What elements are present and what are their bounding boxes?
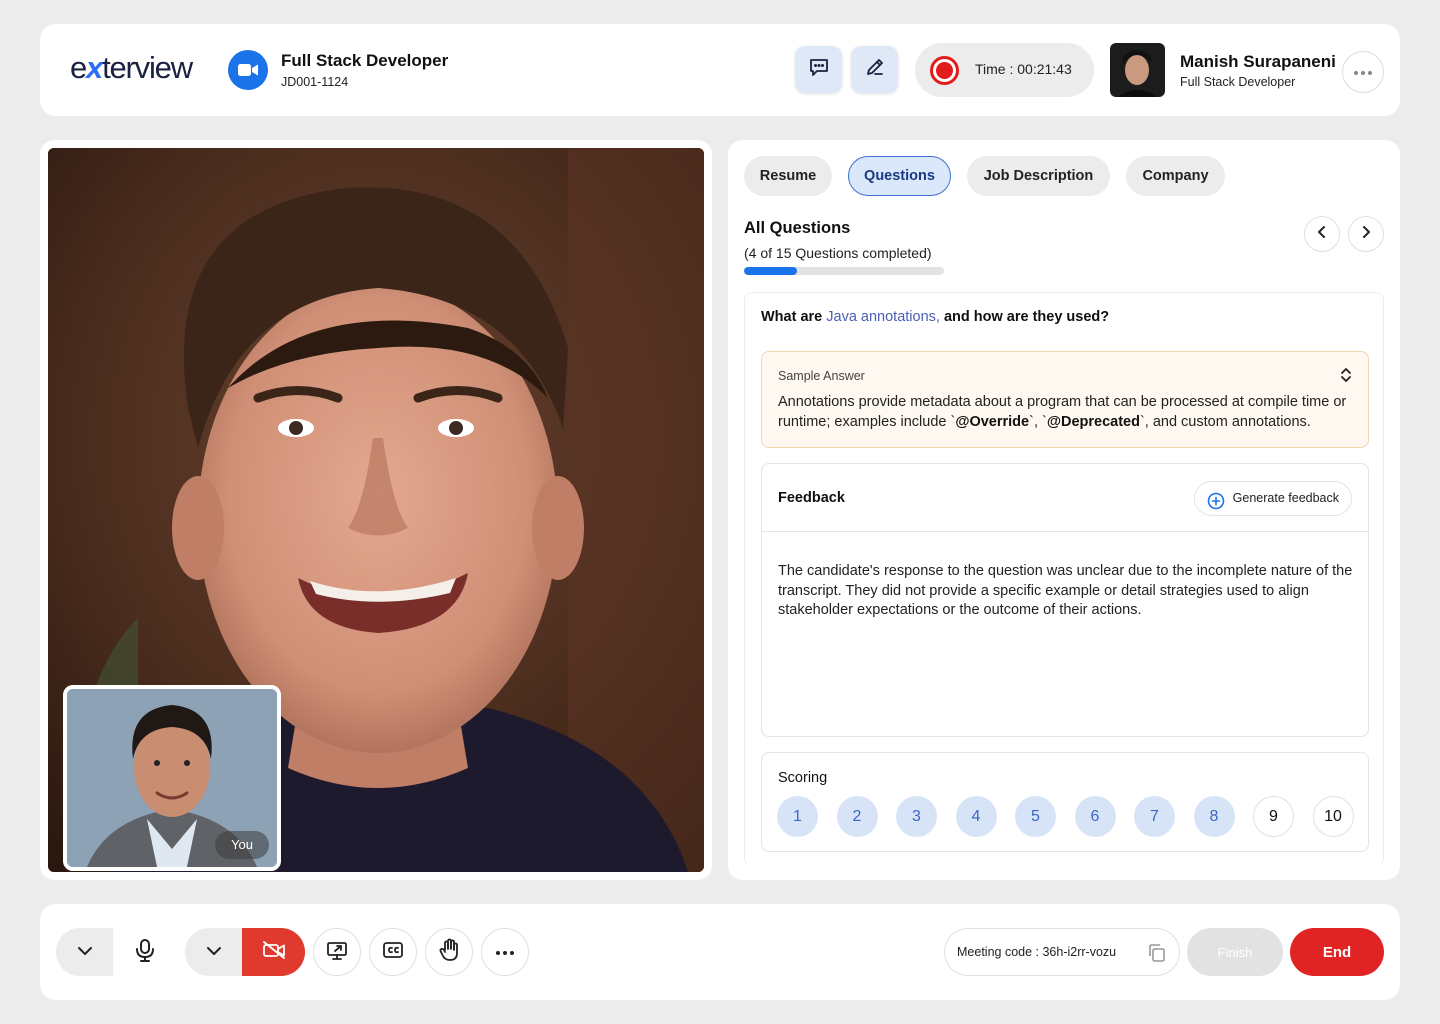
meeting-code: Meeting code : 36h-i2rr-vozu (944, 928, 1180, 976)
score-option[interactable]: 2 (836, 796, 878, 837)
sample-answer: Sample Answer Annotations provide metada… (761, 351, 1369, 448)
raise-hand-button[interactable] (425, 928, 473, 976)
expand-collapse-icon[interactable] (1340, 366, 1352, 389)
more-controls-button[interactable] (481, 928, 529, 976)
more-horizontal-icon (1353, 63, 1373, 81)
question-highlight: Java annotations, (826, 309, 940, 325)
questions-progress-text: (4 of 15 Questions completed) (744, 245, 932, 261)
user-role: Full Stack Developer (1180, 75, 1296, 89)
question-text: What are Java annotations, and how are t… (761, 309, 1110, 325)
video-camera-icon (228, 50, 268, 90)
camera-options-button[interactable] (185, 928, 242, 976)
job-code: JD001-1124 (281, 75, 349, 89)
sample-answer-text: Annotations provide metadata about a pro… (778, 394, 1347, 430)
candidate-video: You (48, 148, 704, 872)
scoring-box: Scoring 1 2 3 4 5 6 7 8 9 10 (761, 752, 1369, 852)
score-option[interactable]: 9 (1253, 796, 1294, 837)
more-options-button[interactable] (1342, 51, 1384, 93)
camera-off-icon (262, 940, 286, 965)
generate-feedback-label: Generate feedback (1232, 491, 1339, 505)
chat-icon (808, 56, 830, 83)
score-option[interactable]: 6 (1074, 796, 1116, 837)
interview-panel: Resume Questions Job Description Company… (728, 140, 1400, 880)
chevron-left-icon (1316, 225, 1328, 244)
tab-resume[interactable]: Resume (744, 156, 832, 196)
tab-questions[interactable]: Questions (848, 156, 951, 196)
score-option[interactable]: 3 (896, 796, 937, 837)
sample-answer-label: Sample Answer (778, 369, 865, 383)
chevron-down-icon (77, 943, 93, 961)
pencil-icon (864, 56, 886, 83)
camera-control (185, 928, 305, 976)
score-option[interactable]: 7 (1134, 796, 1175, 837)
questions-progress-bar (744, 267, 944, 275)
questions-heading: All Questions (744, 219, 851, 237)
job-title: Full Stack Developer (281, 51, 449, 70)
microphone-button[interactable] (113, 928, 177, 976)
video-panel: You (40, 140, 712, 880)
mic-options-button[interactable] (56, 928, 113, 976)
timer-label: Time : 00:21:43 (975, 61, 1072, 77)
scoring-title: Scoring (778, 770, 828, 786)
captions-button[interactable] (369, 928, 417, 976)
feedback-header: Feedback Generate feedback (762, 464, 1368, 532)
user-avatar (1110, 43, 1165, 97)
score-option[interactable]: 5 (1015, 796, 1056, 837)
tab-job-description[interactable]: Job Description (967, 156, 1110, 196)
question-card: What are Java annotations, and how are t… (744, 292, 1384, 866)
call-controls: Meeting code : 36h-i2rr-vozu Finish End (40, 904, 1400, 1000)
feedback-title: Feedback (778, 490, 845, 506)
meeting-code-label: Meeting code : 36h-i2rr-vozu (957, 945, 1117, 959)
camera-toggle-button[interactable] (242, 928, 305, 976)
tab-company[interactable]: Company (1126, 156, 1225, 196)
user-name: Manish Surapaneni (1180, 52, 1336, 71)
feedback-text: The candidate's response to the question… (778, 563, 1353, 618)
copy-icon[interactable] (1147, 943, 1167, 968)
end-call-button[interactable]: End (1290, 928, 1384, 976)
closed-captions-icon (382, 941, 404, 964)
progress-fill (744, 267, 798, 275)
chevron-right-icon (1360, 225, 1372, 244)
plus-circle-icon (1207, 490, 1225, 523)
screen-share-button[interactable] (313, 928, 361, 976)
chat-button[interactable] (795, 46, 842, 93)
exterview-logo: exterview (70, 50, 193, 85)
finish-button[interactable]: Finish (1187, 928, 1283, 976)
previous-question-button[interactable] (1304, 216, 1340, 252)
score-option[interactable]: 8 (1193, 796, 1235, 837)
next-question-button[interactable] (1348, 216, 1384, 252)
chevron-down-icon (206, 943, 222, 961)
screen-share-icon (326, 940, 348, 965)
edit-notes-button[interactable] (851, 46, 898, 93)
score-option[interactable]: 10 (1312, 796, 1354, 837)
recording-timer: Time : 00:21:43 (915, 43, 1094, 97)
top-bar: exterview Full Stack Developer JD001-112… (40, 24, 1400, 116)
hand-icon (438, 938, 460, 967)
microphone-icon (135, 938, 155, 967)
recording-icon (930, 56, 959, 85)
score-option[interactable]: 1 (777, 796, 818, 837)
self-video: You (63, 685, 281, 871)
generate-feedback-button[interactable]: Generate feedback (1193, 481, 1352, 516)
microphone-control (56, 928, 177, 976)
more-horizontal-icon (495, 943, 515, 961)
score-option[interactable]: 4 (955, 796, 997, 837)
feedback-box: Feedback Generate feedback The candidate… (761, 463, 1369, 737)
self-label: You (215, 831, 269, 859)
